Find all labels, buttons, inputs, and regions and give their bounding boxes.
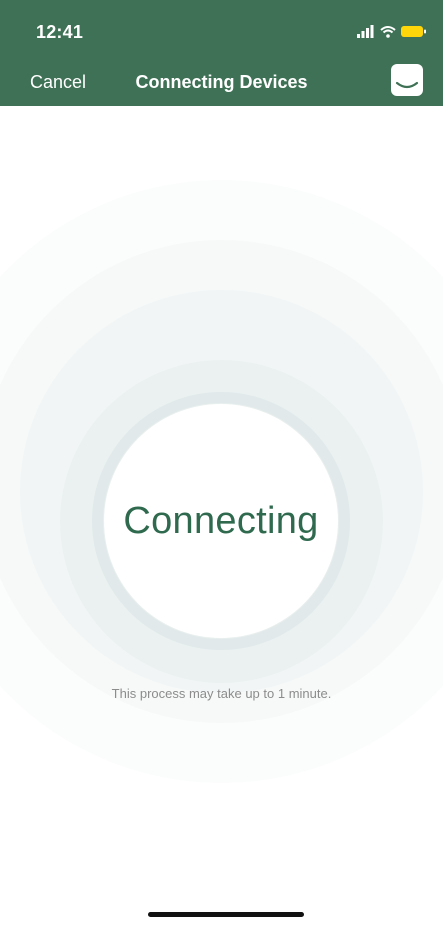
wifi-icon — [380, 26, 396, 38]
page-title: Connecting Devices — [135, 72, 308, 92]
chat-bubble-icon[interactable] — [389, 62, 425, 98]
battery-icon — [401, 26, 426, 37]
header: 12:41 Cancel Connecting Devices — [0, 0, 443, 106]
home-indicator[interactable] — [148, 912, 304, 917]
status-icons — [357, 25, 426, 38]
status-time: 12:41 — [36, 22, 84, 42]
connecting-circle: Connecting — [104, 404, 338, 638]
screen: 12:41 Cancel Connecting Devices Connecti… — [0, 0, 443, 947]
signal-icon — [357, 25, 374, 38]
connecting-status: Connecting — [123, 499, 319, 542]
duration-note: This process may take up to 1 minute. — [111, 686, 332, 701]
